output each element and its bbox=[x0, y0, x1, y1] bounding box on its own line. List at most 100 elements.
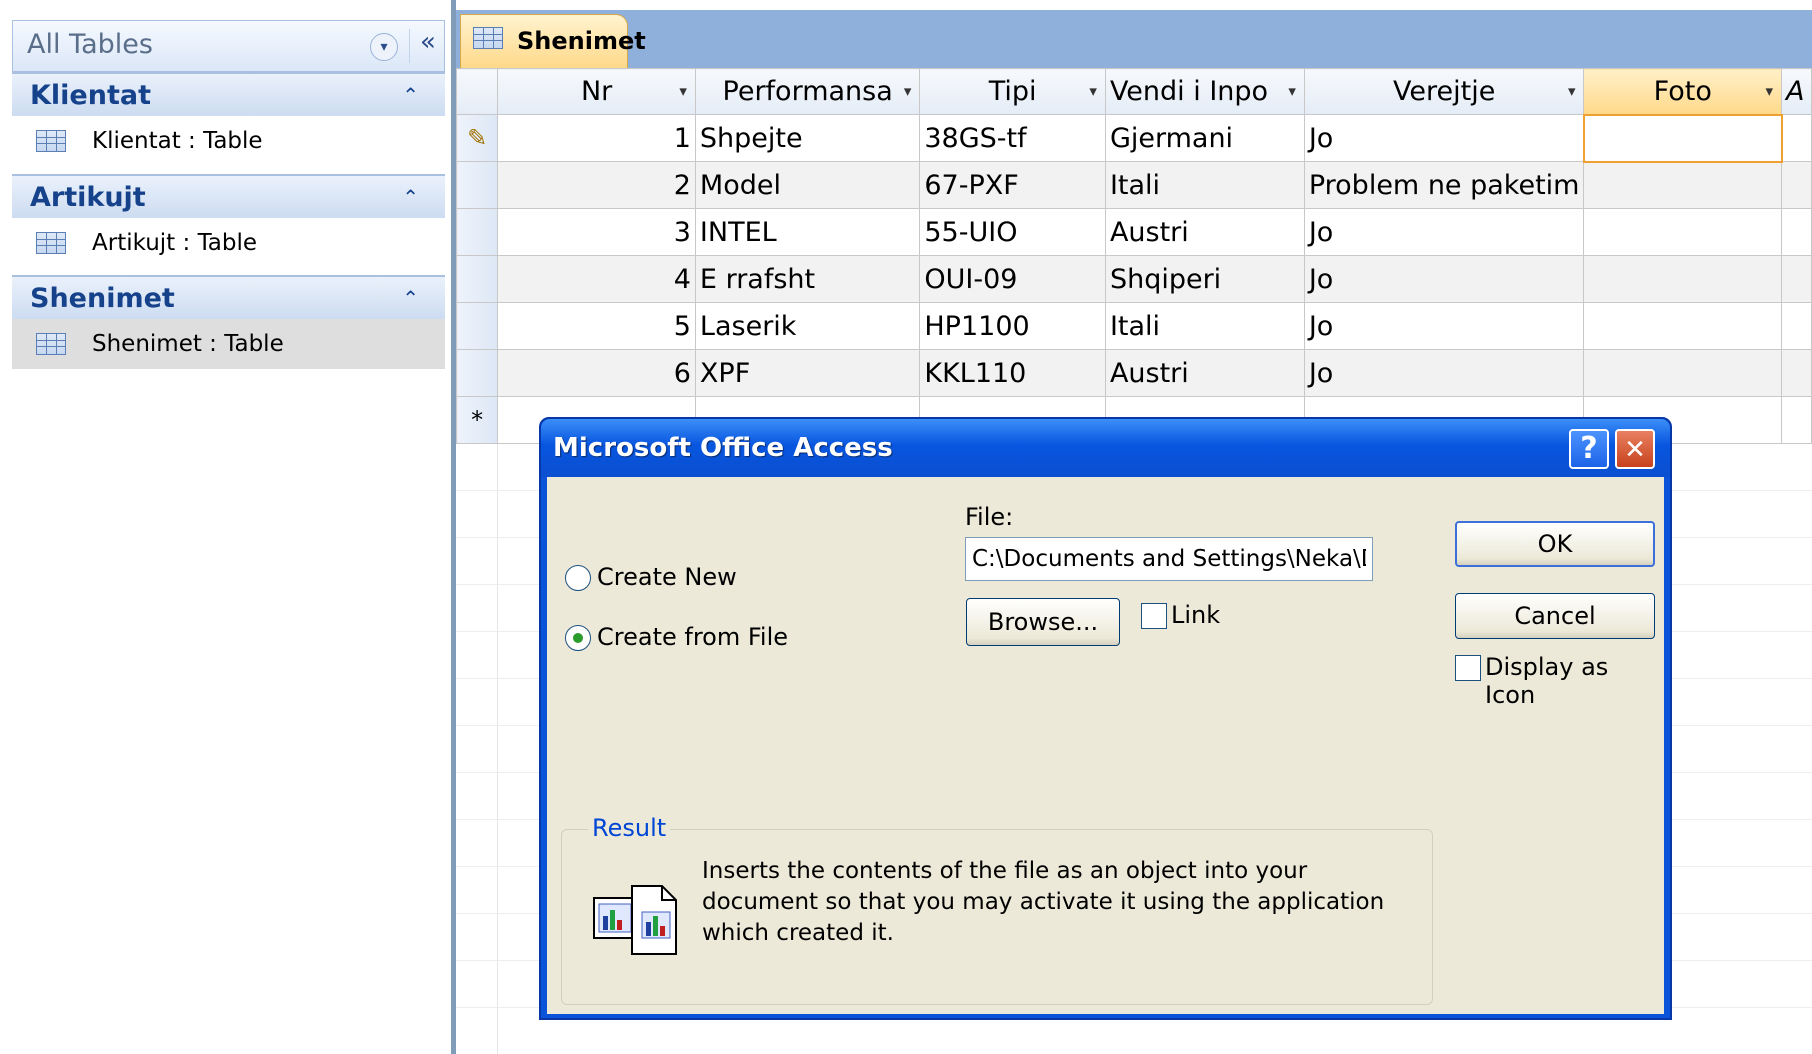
column-header-next[interactable]: A bbox=[1781, 68, 1812, 115]
cell-next[interactable] bbox=[1781, 255, 1812, 303]
ok-button[interactable]: OK bbox=[1455, 521, 1655, 567]
cell-nr[interactable]: 3 bbox=[497, 208, 696, 256]
cell-verejtje[interactable]: Jo bbox=[1303, 114, 1585, 162]
link-checkbox[interactable] bbox=[1141, 603, 1167, 629]
cell-nr[interactable]: 5 bbox=[497, 302, 696, 350]
dropdown-arrow-icon[interactable]: ▾ bbox=[904, 82, 912, 100]
cell-tipi[interactable]: KKL110 bbox=[919, 349, 1106, 397]
cell-verejtje[interactable]: Problem ne paketim bbox=[1303, 161, 1585, 209]
table-row[interactable]: 4 E rrafsht OUI-09 Shqiperi Jo bbox=[455, 255, 1812, 303]
table-row[interactable]: 5 Laserik HP1100 Itali Jo bbox=[455, 302, 1812, 350]
nav-item-artikujt-table[interactable]: Artikujt : Table bbox=[12, 218, 445, 268]
close-button[interactable]: ✕ bbox=[1615, 429, 1655, 469]
record-selector[interactable] bbox=[455, 255, 499, 303]
cell-verejtje[interactable]: Jo bbox=[1303, 349, 1585, 397]
table-row[interactable]: ✎ 1 Shpejte 38GS-tf Gjermani Jo bbox=[455, 113, 1812, 163]
cell-next[interactable] bbox=[1781, 302, 1812, 350]
dialog-title-bar[interactable]: Microsoft Office Access ? ✕ bbox=[541, 419, 1670, 477]
record-selector[interactable] bbox=[455, 161, 499, 209]
cell-nr[interactable]: 1 bbox=[497, 114, 696, 162]
nav-group-label: Artikujt bbox=[30, 182, 146, 213]
cell-performansa[interactable]: XPF bbox=[694, 349, 921, 397]
create-new-label[interactable]: Create New bbox=[597, 563, 737, 591]
chevron-down-icon[interactable]: ▾ bbox=[370, 33, 398, 61]
cell-performansa[interactable]: INTEL bbox=[694, 208, 921, 256]
column-header-performansa[interactable]: Performansa ▾ bbox=[694, 68, 921, 115]
result-group: Result Inserts the contents of the file … bbox=[561, 814, 1433, 1005]
nav-group-artikujt[interactable]: Artikujt ⌃ bbox=[12, 174, 445, 218]
cell-foto[interactable] bbox=[1583, 349, 1783, 397]
cell-performansa[interactable]: E rrafsht bbox=[694, 255, 921, 303]
link-label[interactable]: Link bbox=[1171, 601, 1220, 629]
cell-performansa[interactable]: Model bbox=[694, 161, 921, 209]
nav-group-shenimet[interactable]: Shenimet ⌃ bbox=[12, 275, 445, 319]
help-button[interactable]: ? bbox=[1569, 429, 1609, 469]
nav-item-klientat-table[interactable]: Klientat : Table bbox=[12, 116, 445, 166]
dropdown-arrow-icon[interactable]: ▾ bbox=[1288, 82, 1296, 100]
column-header-nr[interactable]: Nr ▾ bbox=[497, 68, 696, 115]
cell-performansa[interactable]: Shpejte bbox=[694, 114, 921, 162]
cell-tipi[interactable]: OUI-09 bbox=[919, 255, 1106, 303]
dropdown-arrow-icon[interactable]: ▾ bbox=[1568, 82, 1576, 100]
record-selector[interactable] bbox=[455, 302, 499, 350]
cell-nr[interactable]: 6 bbox=[497, 349, 696, 397]
nav-item-shenimet-table[interactable]: Shenimet : Table bbox=[12, 319, 445, 369]
cell-next[interactable] bbox=[1781, 349, 1812, 397]
nav-group-klientat[interactable]: Klientat ⌃ bbox=[12, 72, 445, 116]
cell-tipi[interactable]: 67-PXF bbox=[919, 161, 1106, 209]
column-header-foto[interactable]: Foto ▾ bbox=[1583, 68, 1783, 115]
cell-verejtje[interactable]: Jo bbox=[1303, 255, 1585, 303]
chevron-up-icon[interactable]: ⌃ bbox=[402, 185, 419, 209]
new-record-selector[interactable]: * bbox=[455, 396, 499, 444]
cell-foto[interactable] bbox=[1583, 302, 1783, 350]
chevron-up-icon[interactable]: ⌃ bbox=[402, 286, 419, 310]
record-selector[interactable] bbox=[455, 349, 499, 397]
cell-vendi[interactable]: Shqiperi bbox=[1104, 255, 1305, 303]
table-row[interactable]: 3 INTEL 55-UIO Austri Jo bbox=[455, 208, 1812, 256]
cell-performansa[interactable]: Laserik bbox=[694, 302, 921, 350]
cell-verejtje[interactable]: Jo bbox=[1303, 302, 1585, 350]
create-from-file-radio[interactable] bbox=[565, 625, 591, 651]
cell-next[interactable] bbox=[1781, 114, 1812, 162]
shutter-collapse-icon[interactable]: « bbox=[420, 27, 436, 57]
cell-tipi[interactable]: HP1100 bbox=[919, 302, 1106, 350]
select-all-corner[interactable] bbox=[455, 68, 499, 115]
create-new-radio[interactable] bbox=[565, 565, 591, 591]
browse-button[interactable]: Browse... bbox=[966, 598, 1120, 646]
cell-vendi[interactable]: Austri bbox=[1104, 349, 1305, 397]
file-path-input[interactable] bbox=[965, 537, 1373, 581]
display-as-icon-label[interactable]: Display as Icon bbox=[1485, 653, 1664, 709]
cell-tipi[interactable]: 55-UIO bbox=[919, 208, 1106, 256]
cell-next[interactable] bbox=[1781, 161, 1812, 209]
cell-next[interactable] bbox=[1781, 396, 1812, 444]
cell-next[interactable] bbox=[1781, 208, 1812, 256]
column-header-vendi[interactable]: Vendi i Inpo ▾ bbox=[1104, 68, 1305, 115]
cell-nr[interactable]: 4 bbox=[497, 255, 696, 303]
cell-foto[interactable] bbox=[1583, 161, 1783, 209]
table-row[interactable]: 6 XPF KKL110 Austri Jo bbox=[455, 349, 1812, 397]
cell-vendi[interactable]: Itali bbox=[1104, 161, 1305, 209]
nav-pane-header[interactable]: All Tables ▾ « bbox=[12, 20, 445, 72]
column-header-verejtje[interactable]: Verejtje ▾ bbox=[1303, 68, 1585, 115]
record-selector[interactable]: ✎ bbox=[455, 114, 499, 162]
cancel-button[interactable]: Cancel bbox=[1455, 593, 1655, 639]
cell-nr[interactable]: 2 bbox=[497, 161, 696, 209]
dropdown-arrow-icon[interactable]: ▾ bbox=[1766, 82, 1774, 100]
cell-foto[interactable] bbox=[1583, 255, 1783, 303]
cell-verejtje[interactable]: Jo bbox=[1303, 208, 1585, 256]
cell-vendi[interactable]: Gjermani bbox=[1104, 114, 1305, 162]
tab-shenimet[interactable]: Shenimet bbox=[460, 14, 646, 68]
cell-vendi[interactable]: Itali bbox=[1104, 302, 1305, 350]
cell-foto[interactable] bbox=[1583, 208, 1783, 256]
dropdown-arrow-icon[interactable]: ▾ bbox=[679, 82, 687, 100]
record-selector[interactable] bbox=[455, 208, 499, 256]
cell-vendi[interactable]: Austri bbox=[1104, 208, 1305, 256]
create-from-file-label[interactable]: Create from File bbox=[597, 623, 788, 651]
chevron-up-icon[interactable]: ⌃ bbox=[402, 83, 419, 107]
table-row[interactable]: 2 Model 67-PXF Itali Problem ne paketim bbox=[455, 161, 1812, 209]
dropdown-arrow-icon[interactable]: ▾ bbox=[1089, 82, 1097, 100]
cell-tipi[interactable]: 38GS-tf bbox=[919, 114, 1106, 162]
display-as-icon-checkbox[interactable] bbox=[1455, 655, 1481, 681]
cell-foto[interactable] bbox=[1582, 113, 1783, 163]
column-header-tipi[interactable]: Tipi ▾ bbox=[919, 68, 1106, 115]
